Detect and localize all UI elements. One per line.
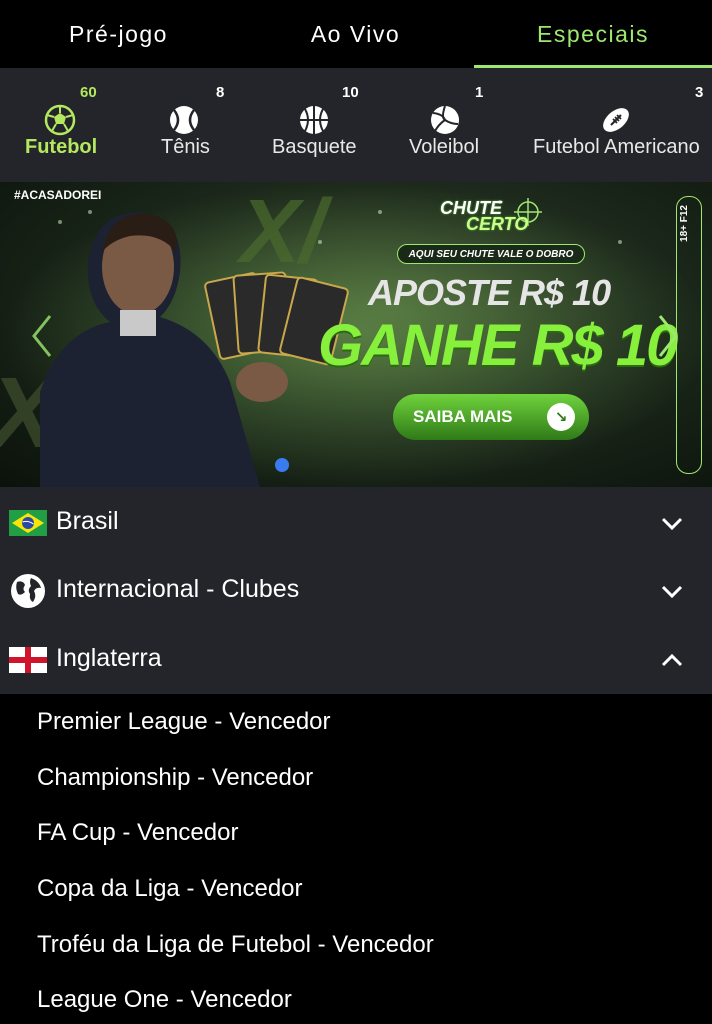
sport-label: Tênis [161,136,210,158]
sport-label: Basquete [272,136,357,158]
league-item[interactable]: Copa da Liga - Vencedor [37,875,303,903]
chevron-down-icon[interactable] [658,577,686,605]
chevron-down-icon[interactable] [658,509,686,537]
banner-brand: CHUTE CERTO [440,199,529,234]
saiba-mais-label: SAIBA MAIS [413,407,513,426]
banner-brand-line2: CERTO [466,214,529,234]
brazil-flag-icon [9,510,47,536]
banner-headline-2: GANHE R$ 10 [318,313,678,378]
basketball-icon [300,106,328,134]
group-label: Internacional - Clubes [56,575,300,603]
sport-label: Voleibol [409,136,480,158]
league-item[interactable]: League One - Vencedor [37,986,292,1014]
american-football-icon [603,108,629,132]
league-item[interactable]: FA Cup - Vencedor [37,819,238,847]
league-list: Premier League - Vencedor Championship -… [0,694,712,1024]
sport-item-futebol[interactable]: 60 Futebol [0,68,120,182]
sport-count: 1 [475,84,484,101]
league-item[interactable]: Championship - Vencedor [37,764,313,792]
chevron-up-icon[interactable] [658,646,686,674]
tennis-ball-icon [170,106,198,134]
carousel-dot[interactable] [275,458,289,472]
soccer-ball-icon [44,104,76,136]
promo-banner[interactable]: X/ X3.5 #ACASADOREI CHUTE CERTO AQUI SEU… [0,182,712,487]
sport-label: Futebol Americano [533,136,700,158]
sport-item-basquete[interactable]: 10 Basquete [262,68,372,182]
arrow-right-icon: ↘ [547,403,575,431]
saiba-mais-button[interactable]: SAIBA MAIS ↘ [393,394,589,440]
group-label: Brasil [56,507,119,535]
age-badge-text: 18+ F12 [679,205,690,242]
tab-especiais[interactable]: Especiais [474,0,712,68]
group-label: Inglaterra [56,644,162,672]
group-brasil[interactable]: Brasil [0,487,712,557]
banner-headline-1: APOSTE R$ 10 [368,272,611,313]
globe-icon [11,574,45,608]
league-item[interactable]: Troféu da Liga de Futebol - Vencedor [37,931,434,959]
sport-count: 8 [216,84,225,101]
league-item[interactable]: Premier League - Vencedor [37,708,331,736]
carousel-prev-icon[interactable] [30,314,54,358]
volleyball-icon [431,105,459,134]
group-inglaterra[interactable]: Inglaterra [0,624,712,694]
group-internacional-clubes[interactable]: Internacional - Clubes [0,555,712,625]
sport-item-tenis[interactable]: 8 Tênis [140,68,240,182]
top-tab-bar: Pré-jogo Ao Vivo Especiais [0,0,712,68]
sport-count: 60 [80,84,97,101]
sport-item-futebol-americano[interactable]: 3 Futebol Americano [525,68,712,182]
carousel-next-icon[interactable] [656,314,680,358]
svg-text:X/: X/ [235,182,333,282]
tab-ao-vivo[interactable]: Ao Vivo [237,0,474,68]
banner-hashtag: #ACASADOREI [14,188,102,202]
sport-count: 10 [342,84,359,101]
tab-pre-jogo[interactable]: Pré-jogo [0,0,237,68]
england-flag-icon [9,647,47,673]
banner-subtitle: AQUI SEU CHUTE VALE O DOBRO [397,244,585,264]
sport-filter-bar: 60 Futebol 8 Tênis 10 Basquete 1 Voleibo… [0,68,712,182]
sport-count: 3 [695,84,704,101]
sport-label: Futebol [25,136,98,158]
sport-item-voleibol[interactable]: 1 Voleibol [400,68,500,182]
